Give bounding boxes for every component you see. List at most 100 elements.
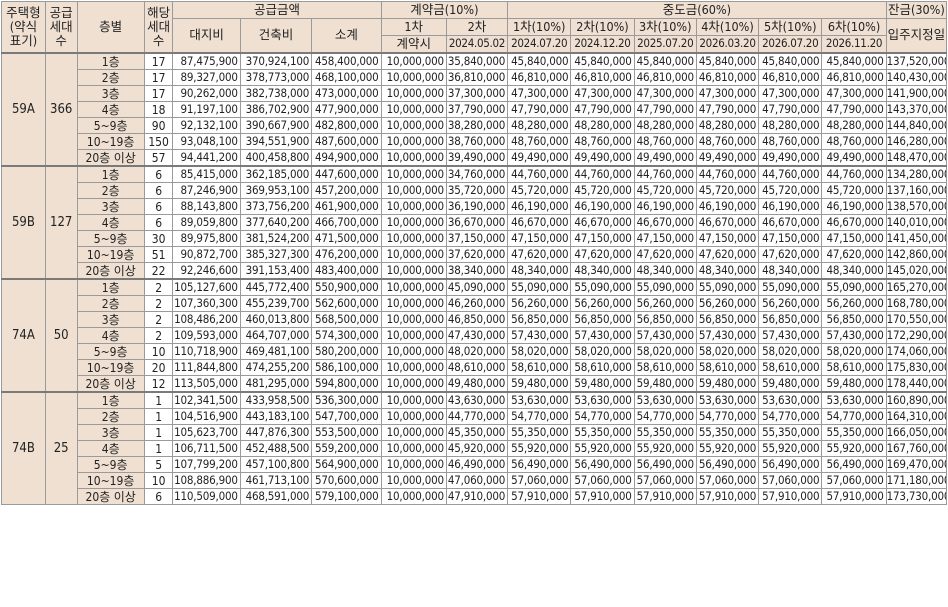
table-row: 4층 1 106,711,500 452,488,500 559,200,000 10,0… xyxy=(2,440,948,457)
header-type: 주택형 (약식 표기) xyxy=(1,1,46,54)
contract-2-cell: 37,150,000 xyxy=(445,230,509,247)
middle-3-cell: 47,150,000 xyxy=(633,230,697,247)
contract-1-cell: 10,000,000 xyxy=(380,101,447,118)
header-middle-5-date: 2026.07.20 xyxy=(758,35,823,54)
middle-2-cell: 48,760,000 xyxy=(570,133,635,150)
units-cell: 10 xyxy=(143,472,174,489)
middle-1-cell: 54,770,000 xyxy=(507,408,572,425)
contract-2-cell: 47,430,000 xyxy=(445,327,509,344)
land-cost-cell: 89,975,800 xyxy=(172,230,241,247)
table-row: 3층 2 108,486,200 460,013,800 568,500,000 10,0… xyxy=(2,311,948,328)
table-row: 4층 6 89,059,800 377,640,200 466,700,000 10,00… xyxy=(2,214,948,231)
balance-cell: 137,520,000 xyxy=(885,52,948,70)
middle-6-cell: 48,760,000 xyxy=(821,133,887,150)
floor-cell: 3층 xyxy=(76,85,145,102)
land-cost-cell: 104,516,900 xyxy=(172,408,241,425)
contract-2-cell: 47,910,000 xyxy=(445,488,509,505)
balance-cell: 160,890,000 xyxy=(885,391,948,409)
land-cost-cell: 89,327,000 xyxy=(172,69,241,86)
floor-cell: 3층 xyxy=(76,311,145,328)
middle-1-cell: 58,020,000 xyxy=(507,343,572,360)
table-row: 2층 1 104,516,900 443,183,100 547,700,000 10,0… xyxy=(2,408,948,425)
subtotal-cell: 477,900,000 xyxy=(311,101,382,118)
middle-1-cell: 46,670,000 xyxy=(507,214,572,231)
units-cell: 1 xyxy=(143,440,174,457)
contract-1-cell: 10,000,000 xyxy=(380,488,447,505)
header-balance-date: 입주지정일 xyxy=(885,18,948,54)
subtotal-cell: 482,800,000 xyxy=(311,117,382,134)
middle-5-cell: 54,770,000 xyxy=(758,408,823,425)
middle-6-cell: 58,020,000 xyxy=(821,343,887,360)
middle-2-cell: 54,770,000 xyxy=(570,408,635,425)
housing-type-cell: 59A xyxy=(1,52,46,167)
middle-5-cell: 47,150,000 xyxy=(758,230,823,247)
contract-1-cell: 10,000,000 xyxy=(380,214,447,231)
middle-6-cell: 44,760,000 xyxy=(821,165,887,183)
header-middle-5: 5차(10%) xyxy=(758,18,823,36)
middle-6-cell: 55,350,000 xyxy=(821,424,887,441)
middle-1-cell: 47,790,000 xyxy=(507,101,572,118)
header-land-cost: 대지비 xyxy=(172,18,241,54)
floor-cell: 3층 xyxy=(76,198,145,215)
floor-cell: 1층 xyxy=(76,278,145,296)
middle-2-cell: 47,620,000 xyxy=(570,246,635,263)
contract-2-cell: 38,280,000 xyxy=(445,117,509,134)
table-row: 5~9층 10 110,718,900 469,481,100 580,200,000 1… xyxy=(2,343,948,360)
middle-6-cell: 49,490,000 xyxy=(821,149,887,167)
balance-cell: 170,550,000 xyxy=(885,311,948,328)
building-cost-cell: 461,713,100 xyxy=(239,472,313,489)
balance-cell: 146,280,000 xyxy=(885,133,948,150)
table-row: 59B 127 1층 6 85,415,000 362,185,000 447,600,00… xyxy=(1,165,948,280)
land-cost-cell: 93,048,100 xyxy=(172,133,241,150)
contract-1-cell: 10,000,000 xyxy=(380,182,447,199)
contract-1-cell: 10,000,000 xyxy=(380,295,447,312)
units-cell: 6 xyxy=(143,198,174,215)
building-cost-cell: 481,295,000 xyxy=(239,375,313,393)
middle-6-cell: 55,090,000 xyxy=(821,278,887,296)
middle-5-cell: 56,850,000 xyxy=(758,311,823,328)
table-row: 74B 25 1층 1 102,341,500 433,958,500 536,300,00… xyxy=(1,391,948,505)
middle-2-cell: 58,610,000 xyxy=(570,359,635,376)
header-subtotal: 소계 xyxy=(311,18,382,54)
middle-2-cell: 58,020,000 xyxy=(570,343,635,360)
subtotal-cell: 570,600,000 xyxy=(311,472,382,489)
table-row: 10~19층 51 90,872,700 385,327,300 476,200,000… xyxy=(2,246,948,263)
middle-3-cell: 46,190,000 xyxy=(633,198,697,215)
middle-5-cell: 48,760,000 xyxy=(758,133,823,150)
contract-1-cell: 10,000,000 xyxy=(380,472,447,489)
header-middle-payment: 중도금(60%) xyxy=(507,1,887,19)
subtotal-cell: 468,100,000 xyxy=(311,69,382,86)
middle-4-cell: 56,490,000 xyxy=(695,456,760,473)
middle-5-cell: 46,190,000 xyxy=(758,198,823,215)
table-row: 3층 17 90,262,000 382,738,000 473,000,000 10,0… xyxy=(2,85,948,102)
middle-4-cell: 54,770,000 xyxy=(695,408,760,425)
middle-2-cell: 55,090,000 xyxy=(570,278,635,296)
middle-3-cell: 47,790,000 xyxy=(633,101,697,118)
table-row: 3층 1 105,623,700 447,876,300 553,500,000 10,0… xyxy=(2,424,948,441)
building-cost-cell: 468,591,000 xyxy=(239,488,313,505)
subtotal-cell: 487,600,000 xyxy=(311,133,382,150)
middle-5-cell: 44,760,000 xyxy=(758,165,823,183)
floor-cell: 1층 xyxy=(76,391,145,409)
middle-4-cell: 45,840,000 xyxy=(695,52,760,70)
units-cell: 2 xyxy=(143,311,174,328)
middle-4-cell: 55,920,000 xyxy=(695,440,760,457)
building-cost-cell: 386,702,900 xyxy=(239,101,313,118)
middle-2-cell: 56,850,000 xyxy=(570,311,635,328)
middle-6-cell: 56,850,000 xyxy=(821,311,887,328)
units-cell: 18 xyxy=(143,101,174,118)
table-row: 2층 17 89,327,000 378,773,000 468,100,000 10,0… xyxy=(2,69,948,86)
subtotal-cell: 553,500,000 xyxy=(311,424,382,441)
balance-cell: 178,440,000 xyxy=(885,375,948,393)
subtotal-cell: 473,000,000 xyxy=(311,85,382,102)
contract-2-cell: 36,810,000 xyxy=(445,69,509,86)
balance-cell: 138,570,000 xyxy=(885,198,948,215)
header-middle-1-date: 2024.07.20 xyxy=(507,35,572,54)
land-cost-cell: 109,593,000 xyxy=(172,327,241,344)
middle-2-cell: 45,840,000 xyxy=(570,52,635,70)
balance-cell: 148,470,000 xyxy=(885,149,948,167)
middle-2-cell: 44,760,000 xyxy=(570,165,635,183)
floor-cell: 10~19층 xyxy=(76,133,145,150)
middle-4-cell: 56,260,000 xyxy=(695,295,760,312)
middle-5-cell: 49,490,000 xyxy=(758,149,823,167)
